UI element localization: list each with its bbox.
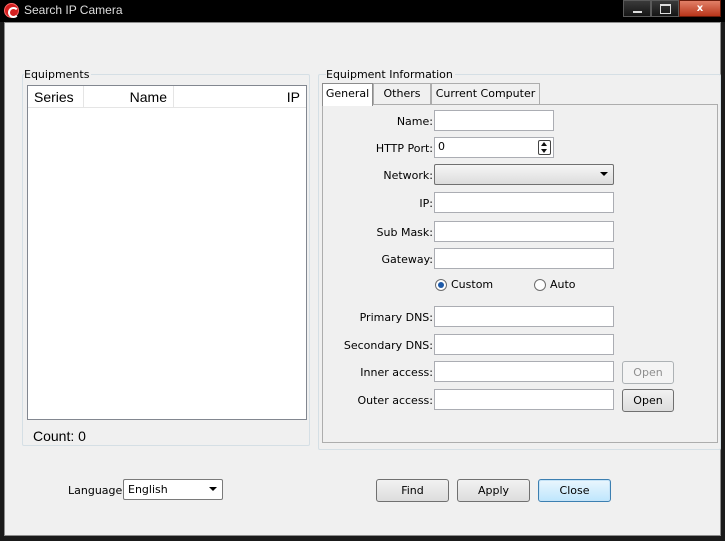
equipment-information-group: Equipment Information General Others Cur… [318,68,721,450]
name-label: Name: [396,115,433,128]
chevron-down-icon [209,487,217,491]
http-port-label: HTTP Port: [375,142,433,155]
dialog-body: Equipments Series Name IP Count: 0 Equip… [4,22,721,536]
maximize-button[interactable] [651,0,679,17]
inner-access-input[interactable] [434,361,614,382]
outer-access-open-button[interactable]: Open [622,389,674,412]
tab-current-computer[interactable]: Current Computer [431,83,540,105]
dns-custom-label: Custom [451,278,494,291]
outer-access-input[interactable] [434,389,614,410]
chevron-down-icon [600,172,608,176]
ip-label: IP: [419,197,433,210]
network-label: Network: [383,169,433,182]
language-value: English [128,483,168,496]
name-input[interactable] [434,110,554,131]
radio-checked-icon [435,278,447,291]
tab-others[interactable]: Others [373,83,431,105]
secondary-dns-input[interactable] [434,334,614,355]
outer-access-label: Outer access: [357,394,433,407]
gateway-label: Gateway: [381,253,434,266]
count-label: Count: 0 [33,428,86,444]
dns-custom-radio[interactable]: Custom [435,278,493,291]
minimize-button[interactable] [623,0,651,17]
equipments-list[interactable]: Series Name IP [27,85,307,420]
window-controls: x [623,0,721,17]
http-port-value: 0 [438,140,445,153]
language-select[interactable]: English [123,479,223,500]
dns-auto-label: Auto [550,278,576,291]
secondary-dns-label: Secondary DNS: [343,339,433,352]
sub-mask-input[interactable] [434,221,614,242]
sub-mask-label: Sub Mask: [376,226,433,239]
window-title: Search IP Camera [24,3,123,17]
equipments-group-title: Equipments [24,68,92,81]
equipment-information-title: Equipment Information [326,68,455,81]
ip-input[interactable] [434,192,614,213]
dns-auto-radio[interactable]: Auto [534,278,576,291]
inner-access-label: Inner access: [360,366,433,379]
spin-up-down-icon[interactable] [538,140,551,155]
close-window-button[interactable]: x [679,0,721,17]
close-button[interactable]: Close [538,479,611,502]
general-tab-panel: Name: HTTP Port: 0 Network: IP: Sub Mask… [322,104,718,443]
language-label: Language [68,484,123,497]
primary-dns-input[interactable] [434,306,614,327]
apply-button[interactable]: Apply [457,479,530,502]
title-bar[interactable]: Search IP Camera x [0,0,725,22]
primary-dns-label: Primary DNS: [359,311,433,324]
inner-access-open-button[interactable]: Open [622,361,674,384]
tab-general[interactable]: General [322,83,373,106]
app-camera-icon [4,3,19,18]
find-button[interactable]: Find [376,479,449,502]
column-header-ip[interactable]: IP [174,86,306,108]
column-header-series[interactable]: Series [28,86,84,108]
radio-unchecked-icon [534,278,546,291]
network-select[interactable] [434,164,614,185]
http-port-stepper[interactable]: 0 [434,137,554,158]
gateway-input[interactable] [434,248,614,269]
equipments-group: Equipments Series Name IP Count: 0 [22,68,310,446]
column-header-name[interactable]: Name [84,86,174,108]
list-header: Series Name IP [28,86,306,108]
